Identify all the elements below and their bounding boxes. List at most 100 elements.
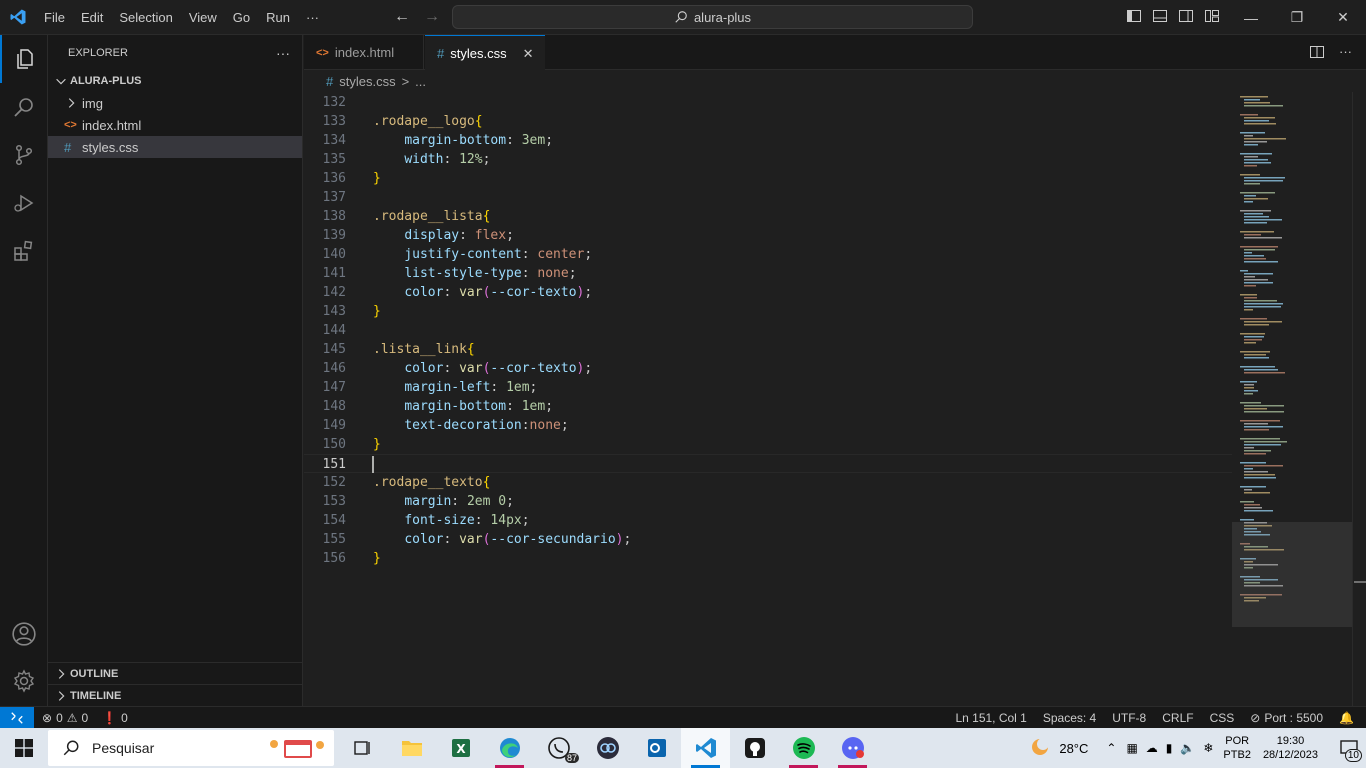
- settings-gear-icon[interactable]: [0, 657, 48, 705]
- taskbar-search[interactable]: Pesquisar: [48, 730, 334, 766]
- notification-center-icon[interactable]: 10: [1332, 728, 1366, 768]
- minimize-icon[interactable]: —: [1228, 0, 1274, 35]
- menu-edit[interactable]: Edit: [73, 0, 111, 35]
- code-line[interactable]: 147 margin-left: 1em;: [304, 378, 1232, 397]
- ports-indicator[interactable]: ❗ 0: [102, 711, 128, 725]
- code-line[interactable]: 141 list-style-type: none;: [304, 264, 1232, 283]
- github-icon[interactable]: [730, 728, 779, 768]
- code-line[interactable]: 154 font-size: 14px;: [304, 511, 1232, 530]
- language-mode[interactable]: CSS: [1210, 711, 1235, 725]
- onedrive-icon[interactable]: ☁: [1146, 741, 1158, 755]
- explorer-more-button[interactable]: ···: [276, 45, 290, 61]
- menu-more[interactable]: ···: [298, 0, 327, 35]
- restore-icon[interactable]: ❐: [1274, 0, 1320, 35]
- tree-item-img[interactable]: img: [48, 92, 302, 114]
- source-control-icon[interactable]: [0, 131, 48, 179]
- code-line[interactable]: 150}: [304, 435, 1232, 454]
- code-line[interactable]: 137: [304, 188, 1232, 207]
- explorer-icon[interactable]: [0, 35, 48, 83]
- command-center-search[interactable]: alura-plus: [452, 5, 973, 29]
- menu-file[interactable]: File: [36, 0, 73, 35]
- code-line[interactable]: 145 .lista__link{: [304, 340, 1232, 359]
- back-arrow-icon[interactable]: ←: [394, 8, 410, 26]
- split-editor-icon[interactable]: [1309, 44, 1325, 63]
- run-debug-icon[interactable]: [0, 179, 48, 227]
- chevron-up-icon[interactable]: ⌃: [1106, 741, 1116, 755]
- menu-go[interactable]: Go: [225, 0, 258, 35]
- code-line[interactable]: 143}: [304, 302, 1232, 321]
- breadcrumb-file[interactable]: styles.css: [339, 74, 395, 89]
- code-line[interactable]: 155 color: var(--cor-secundario);: [304, 530, 1232, 549]
- live-server-port[interactable]: ⊘ Port : 5500: [1250, 711, 1323, 725]
- menu-run[interactable]: Run: [258, 0, 298, 35]
- minimap-slider[interactable]: [1232, 522, 1352, 627]
- whatsapp-icon[interactable]: 87: [534, 728, 583, 768]
- code-line[interactable]: 149 text-decoration:none;: [304, 416, 1232, 435]
- code-line[interactable]: 148 margin-bottom: 1em;: [304, 397, 1232, 416]
- discord-icon[interactable]: [828, 728, 877, 768]
- problems-indicator[interactable]: ⊗ 0 ⚠ 0: [42, 711, 88, 725]
- weather-icon[interactable]: [1029, 736, 1051, 761]
- notifications-bell-icon[interactable]: 🔔: [1339, 711, 1354, 725]
- code-line[interactable]: 138 .rodape__lista{: [304, 207, 1232, 226]
- toggle-primary-sidebar-icon[interactable]: [1126, 8, 1142, 24]
- task-view-icon[interactable]: [338, 728, 387, 768]
- wifi-icon[interactable]: ❄: [1203, 741, 1213, 755]
- search-sidebar-icon[interactable]: [0, 83, 48, 131]
- code-line[interactable]: 134 margin-bottom: 3em;: [304, 131, 1232, 150]
- code-line[interactable]: 132: [304, 93, 1232, 112]
- code-line[interactable]: 140 justify-content: center;: [304, 245, 1232, 264]
- indentation[interactable]: Spaces: 4: [1043, 711, 1096, 725]
- customize-layout-icon[interactable]: [1204, 8, 1220, 24]
- workspace-folder[interactable]: ALURA-PLUS: [48, 70, 302, 92]
- editor-scrollbar[interactable]: [1352, 92, 1366, 706]
- speaker-icon[interactable]: 🔈: [1180, 741, 1195, 755]
- language-indicator[interactable]: POR PTB2: [1223, 734, 1251, 762]
- encoding[interactable]: UTF-8: [1112, 711, 1146, 725]
- cursor-position[interactable]: Ln 151, Col 1: [955, 711, 1026, 725]
- forward-arrow-icon[interactable]: →: [424, 8, 440, 26]
- accounts-icon[interactable]: [0, 610, 48, 658]
- code-line[interactable]: 139 display: flex;: [304, 226, 1232, 245]
- toggle-secondary-sidebar-icon[interactable]: [1178, 8, 1194, 24]
- spotify-icon[interactable]: [779, 728, 828, 768]
- tree-item-index-html[interactable]: <> index.html: [48, 114, 302, 136]
- end-of-line[interactable]: CRLF: [1162, 711, 1193, 725]
- code-line[interactable]: 144: [304, 321, 1232, 340]
- code-editor[interactable]: 132 133 .rodape__logo{134 margin-bottom: 3…: [304, 92, 1232, 706]
- code-line[interactable]: 133 .rodape__logo{: [304, 112, 1232, 131]
- code-line[interactable]: 156}: [304, 549, 1232, 568]
- battery-icon[interactable]: ▮: [1166, 741, 1173, 755]
- clock[interactable]: 19:30 28/12/2023: [1263, 734, 1318, 762]
- code-line[interactable]: 153 margin: 2em 0;: [304, 492, 1232, 511]
- code-line[interactable]: 146 color: var(--cor-texto);: [304, 359, 1232, 378]
- meet-now-icon[interactable]: ▦: [1126, 741, 1137, 755]
- code-line[interactable]: 142 color: var(--cor-texto);: [304, 283, 1232, 302]
- toggle-panel-icon[interactable]: [1152, 8, 1168, 24]
- code-line[interactable]: 152 .rodape__texto{: [304, 473, 1232, 492]
- tree-item-styles-css[interactable]: # styles.css: [48, 136, 302, 158]
- extensions-icon[interactable]: [0, 227, 48, 275]
- tab-styles-css[interactable]: # styles.css ✕: [425, 35, 545, 71]
- close-tab-icon[interactable]: ✕: [523, 46, 534, 62]
- outline-section[interactable]: OUTLINE: [48, 662, 303, 684]
- remote-indicator-icon[interactable]: [0, 706, 34, 729]
- outlook-icon[interactable]: [632, 728, 681, 768]
- close-window-icon[interactable]: ✕: [1320, 0, 1366, 35]
- more-actions-icon[interactable]: ···: [1339, 44, 1352, 63]
- excel-icon[interactable]: X: [436, 728, 485, 768]
- code-line[interactable]: 135 width: 12%;: [304, 150, 1232, 169]
- breadcrumb-symbol[interactable]: ...: [415, 74, 426, 89]
- code-line[interactable]: 151: [304, 454, 1232, 473]
- menu-selection[interactable]: Selection: [111, 0, 180, 35]
- windows-start-icon[interactable]: [0, 728, 48, 768]
- code-line[interactable]: 136}: [304, 169, 1232, 188]
- minimap[interactable]: [1232, 92, 1352, 706]
- file-explorer-icon[interactable]: [387, 728, 436, 768]
- vscode-taskbar-icon[interactable]: [681, 728, 730, 768]
- menu-view[interactable]: View: [181, 0, 225, 35]
- timeline-section[interactable]: TIMELINE: [48, 684, 303, 706]
- copilot-icon[interactable]: [583, 728, 632, 768]
- weather-temperature[interactable]: 28°C: [1059, 741, 1088, 756]
- edge-icon[interactable]: [485, 728, 534, 768]
